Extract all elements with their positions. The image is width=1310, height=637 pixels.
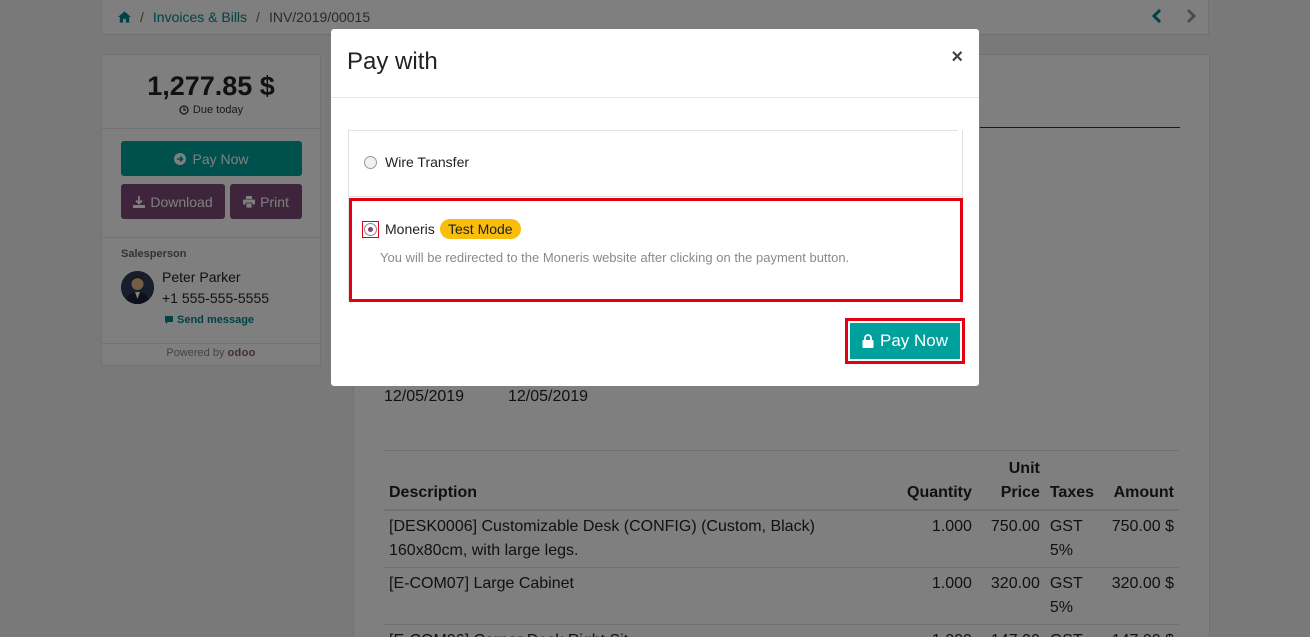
test-mode-badge: Test Mode <box>440 219 521 239</box>
close-icon[interactable]: × <box>951 46 963 69</box>
pay-now-highlight-box: Pay Now <box>845 318 965 364</box>
wire-transfer-radio[interactable] <box>364 156 377 169</box>
divider <box>331 97 979 98</box>
divider <box>348 130 958 131</box>
modal-title: Pay with <box>347 48 438 75</box>
pay-now-label: Pay Now <box>879 331 949 350</box>
wire-transfer-label[interactable]: Wire Transfer <box>385 154 469 170</box>
moneris-description: You will be redirected to the Moneris we… <box>380 250 850 265</box>
divider <box>349 196 961 197</box>
moneris-radio[interactable] <box>364 223 377 236</box>
pay-now-button[interactable]: Pay Now <box>850 323 960 359</box>
lock-icon <box>862 334 874 348</box>
pay-with-modal: Pay with × Wire Transfer Moneris Test Mo… <box>331 29 979 386</box>
moneris-label[interactable]: Moneris <box>385 221 435 237</box>
